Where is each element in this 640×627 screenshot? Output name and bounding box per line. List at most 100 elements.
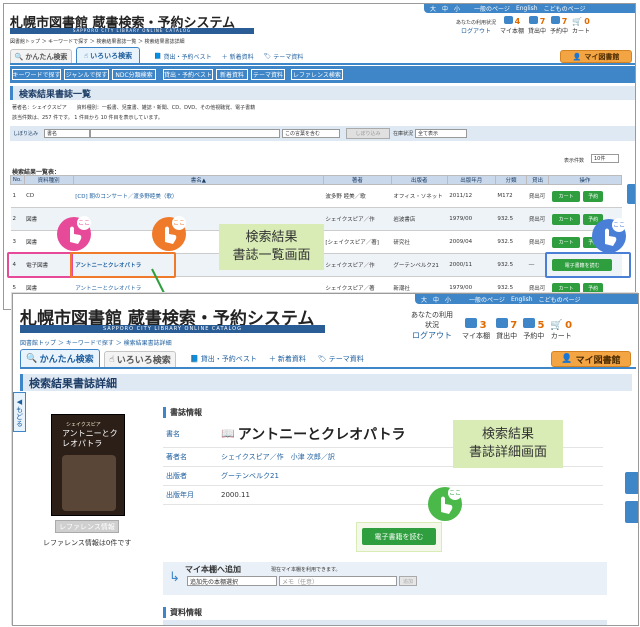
shelf-memo-input[interactable]: メモ（任意） xyxy=(279,576,397,586)
shelf-select[interactable]: 追加先の本棚選択 xyxy=(187,576,277,586)
filter-mode-select[interactable]: この言葉を含む xyxy=(282,129,340,138)
tab-simple-search[interactable]: 🔍 かんたん検索 xyxy=(20,349,100,367)
reserve-status[interactable]: 5 予約中 xyxy=(523,318,544,341)
link-theme[interactable]: 🏷 テーマ資料 xyxy=(318,351,364,367)
col-publisher[interactable]: 出版者 xyxy=(390,175,448,185)
nav-genre[interactable]: ジャンルで探す xyxy=(64,69,109,80)
lending-status[interactable]: 7 貸出中 xyxy=(528,16,546,35)
tab-simple-search[interactable]: 🔍 かんたん検索 xyxy=(10,49,72,63)
cart-button[interactable]: カート xyxy=(552,237,581,248)
filter-field-select[interactable]: 書名 xyxy=(44,129,90,138)
cart-button[interactable]: カート xyxy=(552,214,581,225)
kids-page-link[interactable]: こどものページ xyxy=(539,295,581,304)
col-type: 資料種別 xyxy=(23,175,74,185)
per-page-select[interactable]: 10件 xyxy=(591,154,619,163)
search-icon: 🔍 xyxy=(14,52,24,61)
caption-detail-screen: 検索結果 書誌詳細画面 xyxy=(453,420,563,468)
usage-label: あなたの利用状況 xyxy=(456,20,497,26)
link-lending-best[interactable]: 📘 貸出・予約ベスト xyxy=(190,351,257,367)
size-large[interactable]: 大 xyxy=(430,4,436,13)
page-top-button[interactable] xyxy=(627,184,635,204)
arrow-left-icon: ◀ xyxy=(15,397,24,406)
kids-page-link[interactable]: こどものページ xyxy=(544,4,586,13)
general-page-link[interactable]: 一般のページ xyxy=(474,4,510,13)
general-page-link[interactable]: 一般のページ xyxy=(469,295,505,304)
book-icon xyxy=(528,16,538,24)
breadcrumb[interactable]: 図書館トップ ＞ キーワードで探す ＞ 検索結果書誌詳細 xyxy=(20,338,172,347)
bookshelf-icon xyxy=(503,16,513,24)
filter-keyword-input[interactable] xyxy=(90,129,280,138)
calendar-icon xyxy=(550,16,560,24)
row-title-link[interactable]: [CD] 朝のコンサート／渡多野睦美（歌） xyxy=(73,184,324,208)
logout-link[interactable]: ログアウト xyxy=(412,330,452,341)
reserve-button[interactable]: 予約 xyxy=(583,191,604,202)
reserve-status[interactable]: 7 予約中 xyxy=(550,16,568,35)
my-library-button[interactable]: 👤 マイ図書館 xyxy=(560,50,632,63)
query-summary: 著者名：シェイクスピア 資料種別：一般書、児童書、雑誌・新聞、CD、DVD、その… xyxy=(12,105,256,111)
book-icon xyxy=(496,318,508,328)
col-author[interactable]: 著者 xyxy=(322,175,392,185)
english-link[interactable]: English xyxy=(511,296,533,303)
nav-lending-best[interactable]: 貸出・予約ベスト xyxy=(163,69,213,80)
english-link[interactable]: English xyxy=(516,5,538,12)
my-library-button[interactable]: 👤 マイ図書館 xyxy=(551,351,631,367)
link-theme[interactable]: 🏷 テーマ資料 xyxy=(264,49,304,63)
scroll-up-button[interactable] xyxy=(625,472,638,494)
shelf-add-button[interactable]: 追加 xyxy=(399,576,417,586)
nav-reference[interactable]: レファレンス検索 xyxy=(291,69,343,80)
tab-various-search[interactable]: ☝ いろいろ検索 xyxy=(104,351,176,367)
stock-select[interactable]: 全て表示 xyxy=(415,129,467,138)
link-lending-best[interactable]: 📘 貸出・予約ベスト xyxy=(154,49,212,63)
tab-various-search[interactable]: ☝ いろいろ検索 xyxy=(76,47,140,63)
search-result-detail-screen: 大 中 小 一般のページ English こどものページ 札幌市図書館 蔵書検索… xyxy=(12,293,639,626)
filter-button[interactable]: しぼり込み xyxy=(346,128,390,139)
back-tab[interactable]: ◀ もどる xyxy=(13,392,26,432)
row-actions: カート 予約 xyxy=(548,184,622,208)
cover-title: アントニーとクレオパトラ xyxy=(62,429,118,448)
logout-link[interactable]: ログアウト xyxy=(461,26,491,35)
filter-label: しぼり込み xyxy=(13,131,39,137)
col-title[interactable]: 書名▲ xyxy=(72,175,324,185)
filter-bar: しぼり込み 書名 この言葉を含む しぼり込み 在庫状況 全て表示 xyxy=(10,126,635,141)
tag-icon: 🏷 xyxy=(317,355,327,363)
reference-info-button[interactable]: レファレンス情報 xyxy=(55,520,119,533)
size-medium[interactable]: 中 xyxy=(433,295,439,304)
my-shelf-status[interactable]: 3 マイ本棚 xyxy=(462,318,490,341)
calendar-icon xyxy=(523,318,536,328)
my-shelf-status[interactable]: 4 マイ本棚 xyxy=(500,16,524,35)
tag-icon: 🏷 xyxy=(263,52,272,60)
site-subtitle: SAPPORO CITY LIBRARY ONLINE CATALOG xyxy=(10,28,254,34)
size-small[interactable]: 小 xyxy=(454,4,460,13)
read-ebook-button[interactable]: 電子書籍を読む xyxy=(362,528,436,545)
nav-new[interactable]: 新着資料 xyxy=(216,69,248,80)
user-status: あなたの利用状況 ログアウト 4 マイ本棚 7 貸出中 7 予約中 🛒 0 カート xyxy=(456,16,590,35)
page-top-button[interactable] xyxy=(625,501,638,523)
size-medium[interactable]: 中 xyxy=(442,4,448,13)
top-tab-bar: 🔍 かんたん検索 ☝ いろいろ検索 📘 貸出・予約ベスト ＋新着資料 🏷 テーマ資料 xyxy=(20,349,636,369)
lending-status[interactable]: 7 貸出中 xyxy=(496,318,517,341)
nav-ndc[interactable]: NDC分類検索 xyxy=(112,69,156,80)
tap-label: ここ xyxy=(78,220,90,227)
highlight-ebook-type xyxy=(7,252,73,278)
breadcrumb[interactable]: 図書館トップ ＞ キーワードで探す ＞ 検索結果書誌一覧 ＞ 検索結果書誌詳細 xyxy=(10,38,185,45)
field-publisher: 出版者 グーテンベルク21 xyxy=(163,467,603,486)
col-date[interactable]: 出版年月 xyxy=(446,175,496,185)
size-small[interactable]: 小 xyxy=(445,295,451,304)
nav-theme[interactable]: テーマ資料 xyxy=(251,69,285,80)
cart-button[interactable]: カート xyxy=(552,191,581,202)
col-action: 操作 xyxy=(547,175,623,185)
person-icon: 👤 xyxy=(572,52,582,61)
search-results-list-screen: 大 中 小 一般のページ English こどものページ 札幌市図書館 蔵書検索… xyxy=(3,3,636,310)
size-large[interactable]: 大 xyxy=(421,295,427,304)
cart-status[interactable]: 🛒 0 カート xyxy=(550,320,572,341)
my-shelf-panel: ↳ マイ本棚へ追加 現在マイ本棚を利用できます。 追加先の本棚選択 メモ（任意）… xyxy=(163,562,607,595)
nav-keyword[interactable]: キーワードで探す xyxy=(12,69,61,80)
tap-hand-icon: ここ xyxy=(592,218,626,253)
cart-status[interactable]: 🛒 0 カート xyxy=(572,17,590,35)
per-page-label: 表示件数 xyxy=(564,158,585,164)
my-shelf-title: マイ本棚へ追加 xyxy=(185,565,241,574)
hand-icon: ☝ xyxy=(109,354,115,365)
link-new-arrivals[interactable]: ＋新着資料 xyxy=(269,351,306,367)
link-new-arrivals[interactable]: ＋新着資料 xyxy=(222,49,254,63)
site-subtitle: SAPPORO CITY LIBRARY ONLINE CATALOG xyxy=(20,325,325,333)
